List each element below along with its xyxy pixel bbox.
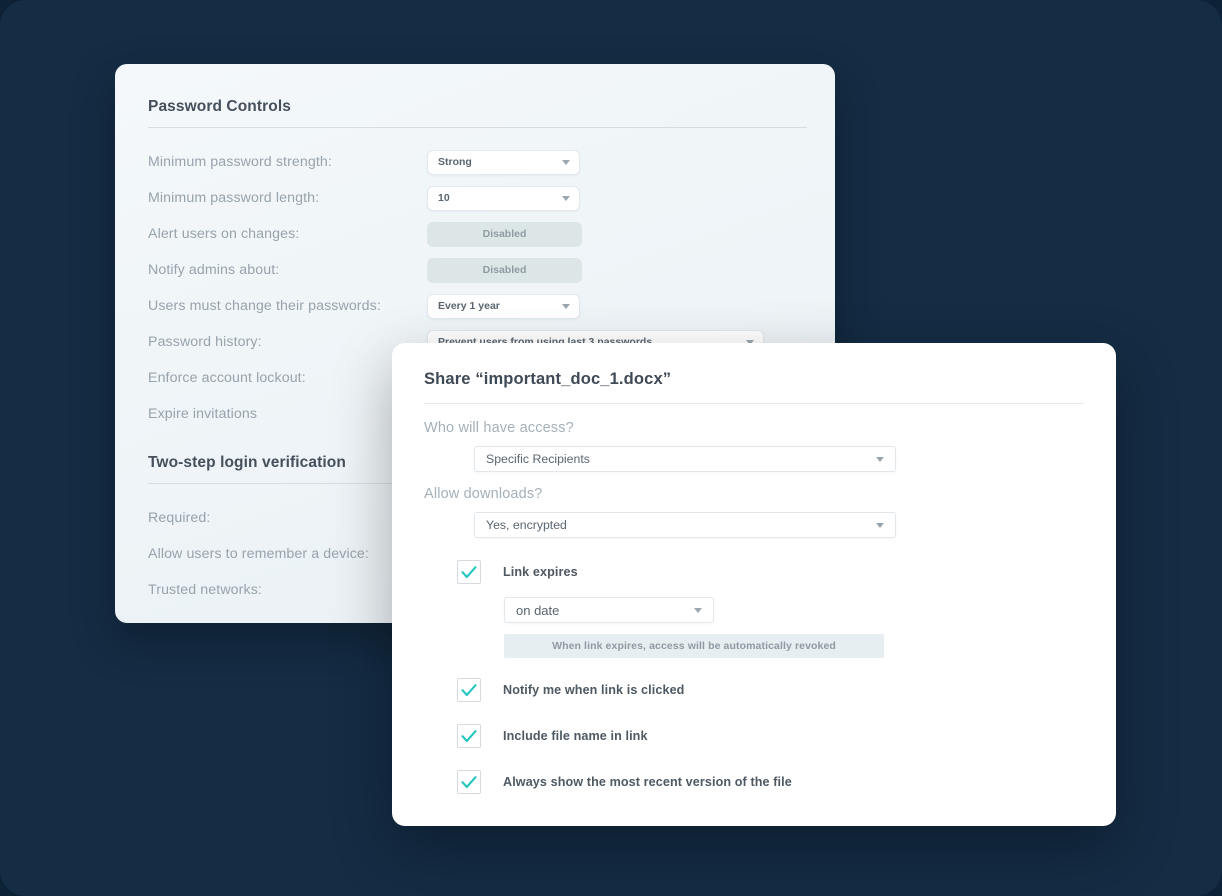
select-value: 10 bbox=[438, 192, 450, 204]
chevron-down-icon bbox=[562, 160, 570, 165]
setting-label: Required: bbox=[148, 510, 427, 526]
setting-label: Enforce account lockout: bbox=[148, 370, 427, 386]
app-stage: Password Controls Minimum password stren… bbox=[0, 0, 1222, 896]
setting-label: Users must change their passwords: bbox=[148, 298, 427, 314]
section-divider bbox=[148, 127, 807, 128]
chevron-down-icon bbox=[562, 196, 570, 201]
select-value: Every 1 year bbox=[438, 300, 500, 312]
modal-title: Share “important_doc_1.docx” bbox=[424, 370, 1084, 403]
setting-label: Minimum password strength: bbox=[148, 154, 427, 170]
share-file-modal: Share “important_doc_1.docx” Who will ha… bbox=[392, 343, 1116, 826]
spacer bbox=[424, 584, 1084, 597]
chevron-down-icon bbox=[876, 523, 884, 528]
link-expires-label: Link expires bbox=[503, 565, 578, 579]
access-level-select[interactable]: Specific Recipients bbox=[474, 446, 896, 472]
spacer bbox=[424, 658, 1084, 678]
info-text: When link expires, access will be automa… bbox=[552, 640, 836, 652]
include-file-name-checkbox[interactable] bbox=[457, 724, 481, 748]
minimum-password-strength-select[interactable]: Strong bbox=[427, 150, 580, 175]
spacer bbox=[424, 538, 1084, 560]
checkmark-icon bbox=[461, 730, 477, 743]
setting-row-alert-users-on-changes: Alert users on changes: Disabled bbox=[148, 216, 807, 252]
spacer bbox=[424, 623, 1084, 634]
chevron-down-icon bbox=[876, 457, 884, 462]
spacer bbox=[424, 748, 1084, 770]
modal-divider bbox=[424, 403, 1084, 404]
link-expires-row[interactable]: Link expires bbox=[457, 560, 1084, 584]
setting-label: Minimum password length: bbox=[148, 190, 427, 206]
link-expiry-mode-select[interactable]: on date bbox=[504, 597, 714, 623]
setting-label: Expire invitations bbox=[148, 406, 427, 422]
setting-row-minimum-password-length: Minimum password length: 10 bbox=[148, 180, 807, 216]
always-show-recent-version-label: Always show the most recent version of t… bbox=[503, 775, 792, 789]
minimum-password-length-select[interactable]: 10 bbox=[427, 186, 580, 211]
select-value: Specific Recipients bbox=[486, 452, 590, 466]
setting-label: Allow users to remember a device: bbox=[148, 546, 427, 562]
chevron-down-icon bbox=[694, 608, 702, 613]
always-show-recent-version-checkbox[interactable] bbox=[457, 770, 481, 794]
select-value: on date bbox=[516, 603, 559, 618]
setting-row-users-must-change-passwords: Users must change their passwords: Every… bbox=[148, 288, 807, 324]
always-show-recent-version-row[interactable]: Always show the most recent version of t… bbox=[457, 770, 1084, 794]
pill-value: Disabled bbox=[483, 228, 527, 240]
select-value: Strong bbox=[438, 156, 472, 168]
checkmark-icon bbox=[461, 776, 477, 789]
notify-on-click-label: Notify me when link is clicked bbox=[503, 683, 684, 697]
section-title-password-controls: Password Controls bbox=[148, 98, 807, 127]
chevron-down-icon bbox=[562, 304, 570, 309]
setting-label: Password history: bbox=[148, 334, 427, 350]
checkmark-icon bbox=[461, 566, 477, 579]
spacer bbox=[424, 472, 1084, 486]
setting-row-notify-admins-about: Notify admins about: Disabled bbox=[148, 252, 807, 288]
include-file-name-row[interactable]: Include file name in link bbox=[457, 724, 1084, 748]
select-value: Yes, encrypted bbox=[486, 518, 567, 532]
notify-on-click-checkbox[interactable] bbox=[457, 678, 481, 702]
setting-label: Alert users on changes: bbox=[148, 226, 427, 242]
checkmark-icon bbox=[461, 684, 477, 697]
setting-label: Notify admins about: bbox=[148, 262, 427, 278]
include-file-name-label: Include file name in link bbox=[503, 729, 648, 743]
who-will-have-access-label: Who will have access? bbox=[424, 420, 1084, 436]
allow-downloads-select[interactable]: Yes, encrypted bbox=[474, 512, 896, 538]
notify-on-click-row[interactable]: Notify me when link is clicked bbox=[457, 678, 1084, 702]
setting-row-minimum-password-strength: Minimum password strength: Strong bbox=[148, 144, 807, 180]
link-expires-checkbox[interactable] bbox=[457, 560, 481, 584]
password-change-frequency-select[interactable]: Every 1 year bbox=[427, 294, 580, 319]
pill-value: Disabled bbox=[483, 264, 527, 276]
notify-admins-about-toggle[interactable]: Disabled bbox=[427, 258, 582, 283]
setting-label: Trusted networks: bbox=[148, 582, 427, 598]
alert-users-on-changes-toggle[interactable]: Disabled bbox=[427, 222, 582, 247]
allow-downloads-label: Allow downloads? bbox=[424, 486, 1084, 502]
link-expiry-info-banner: When link expires, access will be automa… bbox=[504, 634, 884, 658]
spacer bbox=[424, 702, 1084, 724]
